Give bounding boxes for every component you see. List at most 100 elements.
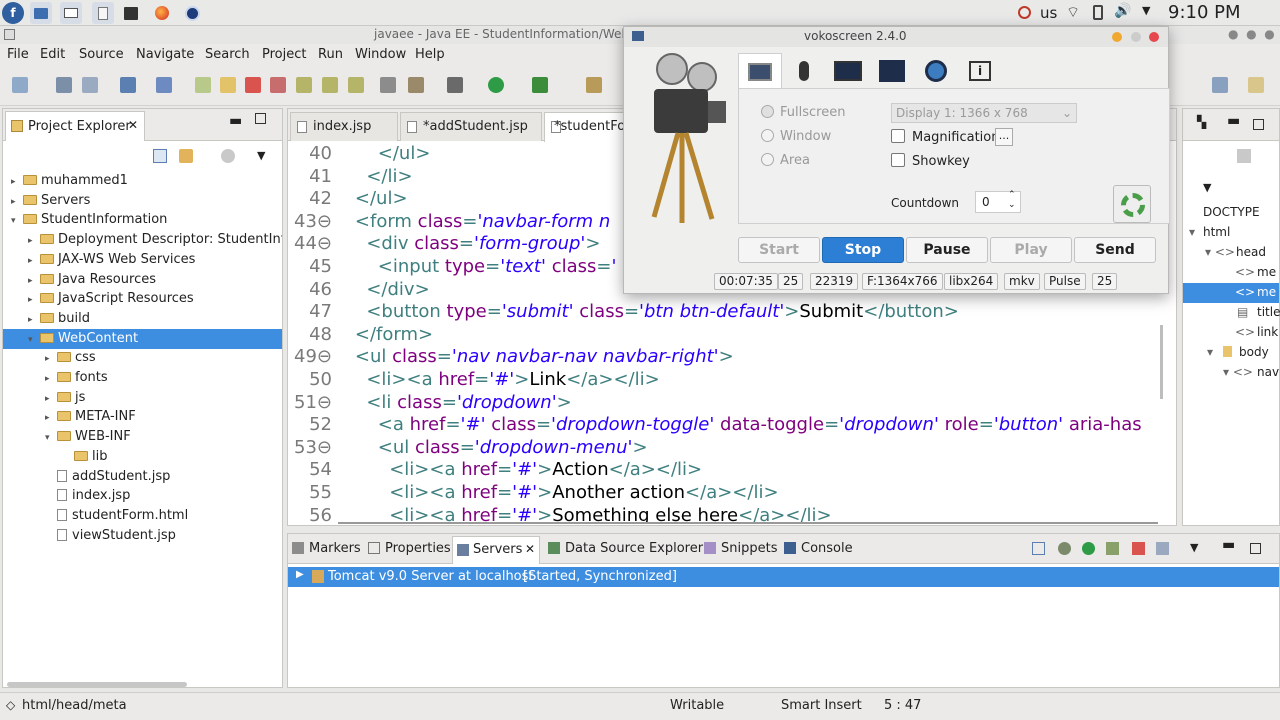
outline-item[interactable]: DOCTYPE xyxy=(1183,203,1279,223)
code-line[interactable]: 44⊖ <div class='form-group'> xyxy=(288,233,600,256)
minimize-icon[interactable]: ▬ xyxy=(1222,537,1235,553)
play-button[interactable]: Play xyxy=(990,237,1072,263)
external-tools-icon[interactable] xyxy=(532,77,548,93)
window-menu-icon[interactable] xyxy=(4,29,15,40)
outline-item[interactable]: <> me xyxy=(1183,263,1279,283)
disconnect-icon[interactable] xyxy=(270,77,286,93)
tree-item[interactable]: ▾ WebContent xyxy=(3,328,282,349)
chevron-right-icon[interactable]: ▸ xyxy=(28,310,40,329)
outline-item[interactable]: ▾ <> head xyxy=(1183,243,1279,263)
files-icon[interactable] xyxy=(30,2,52,24)
outline-item-selected[interactable]: <> me xyxy=(1183,283,1279,303)
tab-index-jsp[interactable]: index.jsp xyxy=(290,112,398,141)
spin-down-icon[interactable]: ⌄ xyxy=(1008,200,1016,210)
terminal-icon[interactable] xyxy=(120,2,142,24)
tab-misc[interactable] xyxy=(870,53,914,89)
start-server-icon[interactable] xyxy=(1082,542,1095,555)
minimize-icon[interactable]: ▬ xyxy=(229,113,242,129)
menu-window[interactable]: Window xyxy=(355,47,406,62)
tree-item[interactable]: ▸ JAX-WS Web Services xyxy=(3,250,282,270)
editor-vertical-scrollbar[interactable] xyxy=(1160,325,1163,399)
view-menu-icon[interactable]: ▼ xyxy=(257,149,265,162)
document-icon[interactable] xyxy=(92,2,114,24)
code-line[interactable]: 53⊖ <ul class='dropdown-menu'> xyxy=(288,437,648,460)
horizontal-scrollbar[interactable] xyxy=(7,682,187,687)
chevron-right-icon[interactable]: ▸ xyxy=(45,389,57,408)
countdown-spinbox[interactable]: 0 ⌃ ⌄ xyxy=(975,190,1021,213)
mode-window[interactable]: Window xyxy=(761,129,831,144)
step-into-icon[interactable] xyxy=(296,77,312,93)
tab-about[interactable]: i xyxy=(958,53,1002,89)
menu-project[interactable]: Project xyxy=(262,47,306,62)
code-line[interactable]: 50 <li><a href='#'>Link</a></li> xyxy=(288,369,660,392)
menu-help[interactable]: Help xyxy=(415,47,445,62)
tree-item[interactable]: ▸ js xyxy=(3,388,282,408)
magnification-checkbox[interactable]: Magnification xyxy=(891,129,1000,145)
new-server-icon[interactable] xyxy=(586,77,602,93)
tree-item[interactable]: ▸ build xyxy=(3,309,282,329)
outline-item[interactable]: ▾ html xyxy=(1183,223,1279,243)
chevron-right-icon[interactable]: ▸ xyxy=(28,290,40,309)
java-ee-perspective-icon[interactable] xyxy=(1248,77,1264,93)
code-line[interactable]: 47 <button type='submit' class='btn btn-… xyxy=(288,301,959,324)
code-line[interactable]: 43⊖ <form class='navbar-form n xyxy=(288,211,610,234)
suspend-icon[interactable] xyxy=(220,77,236,93)
tree-item[interactable]: ▸ css xyxy=(3,348,282,368)
new-icon[interactable] xyxy=(12,77,28,93)
skip-breakpoints-icon[interactable] xyxy=(156,77,172,93)
tree-item[interactable]: ▸ Deployment Descriptor: StudentInfor xyxy=(3,230,282,250)
tab-servers[interactable]: Servers ✕ xyxy=(452,536,540,564)
maximize-icon[interactable] xyxy=(1250,543,1261,554)
outline-sort-icon[interactable] xyxy=(1237,149,1251,163)
filter-icon[interactable] xyxy=(221,149,235,163)
code-line[interactable]: 56 <li><a href='#'>Something else here</… xyxy=(288,505,832,523)
menu-source[interactable]: Source xyxy=(79,47,124,62)
resume-icon[interactable] xyxy=(195,77,211,93)
outline-item[interactable]: ▤ title xyxy=(1183,303,1280,323)
battery-icon[interactable] xyxy=(1093,5,1103,20)
code-line[interactable]: 49⊖ <ul class='nav navbar-nav navbar-rig… xyxy=(288,346,734,369)
stop-button[interactable]: Stop xyxy=(822,237,904,263)
tree-item[interactable]: ▸ JavaScript Resources xyxy=(3,289,282,309)
outline-item[interactable]: ▾ <> nav xyxy=(1183,363,1279,383)
step-return-icon[interactable] xyxy=(348,77,364,93)
fedora-menu-icon[interactable]: f xyxy=(2,2,24,24)
use-step-filters-icon[interactable] xyxy=(408,77,424,93)
code-line[interactable]: 42 </ul> xyxy=(288,188,407,211)
tree-item[interactable]: index.jsp xyxy=(3,486,282,506)
code-line[interactable]: 55 <li><a href='#'>Another action</a></l… xyxy=(288,482,778,505)
code-line[interactable]: 45 <input type='text' class=' xyxy=(288,256,616,279)
chevron-right-icon[interactable]: ▸ xyxy=(45,369,57,388)
tab-console[interactable]: Console xyxy=(784,541,853,556)
firefox-icon[interactable] xyxy=(151,2,173,24)
debug-icon[interactable] xyxy=(447,77,463,93)
step-over-icon[interactable] xyxy=(322,77,338,93)
maximize-icon[interactable] xyxy=(255,113,266,124)
publish-icon[interactable] xyxy=(1156,542,1169,555)
project-explorer-tab[interactable]: Project Explorer ✕ xyxy=(5,111,145,141)
pause-button[interactable]: Pause xyxy=(906,237,988,263)
save-all-icon[interactable] xyxy=(82,77,98,93)
chevron-right-icon[interactable]: ▸ xyxy=(28,251,40,270)
chevron-right-icon[interactable]: ▸ xyxy=(11,192,23,211)
collapse-all-icon[interactable] xyxy=(1032,542,1045,555)
menu-search[interactable]: Search xyxy=(205,47,250,62)
chevron-right-icon[interactable]: ▸ xyxy=(28,271,40,290)
mode-area[interactable]: Area xyxy=(761,153,810,168)
tree-item[interactable]: ▸ Servers xyxy=(3,191,282,211)
start-button[interactable]: Start xyxy=(738,237,820,263)
outline-item[interactable]: <> link xyxy=(1183,323,1279,343)
tree-item[interactable]: lib xyxy=(3,447,282,467)
tree-item[interactable]: ▸ Java Resources xyxy=(3,270,282,290)
tab-webcam[interactable] xyxy=(914,53,958,89)
wifi-icon[interactable]: ⌔ xyxy=(1066,3,1080,22)
chevron-right-icon[interactable]: ▸ xyxy=(28,231,40,250)
tab-video[interactable] xyxy=(826,53,870,89)
close-icon[interactable]: ✕ xyxy=(128,118,138,132)
tab-properties[interactable]: Properties xyxy=(368,541,451,556)
close-button[interactable] xyxy=(1149,32,1159,42)
tree-item[interactable]: studentForm.html xyxy=(3,506,282,526)
chevron-right-icon[interactable]: ▸ xyxy=(45,408,57,427)
showkey-checkbox[interactable]: Showkey xyxy=(891,153,970,169)
chevron-down-icon[interactable]: ▼ xyxy=(1142,4,1150,17)
